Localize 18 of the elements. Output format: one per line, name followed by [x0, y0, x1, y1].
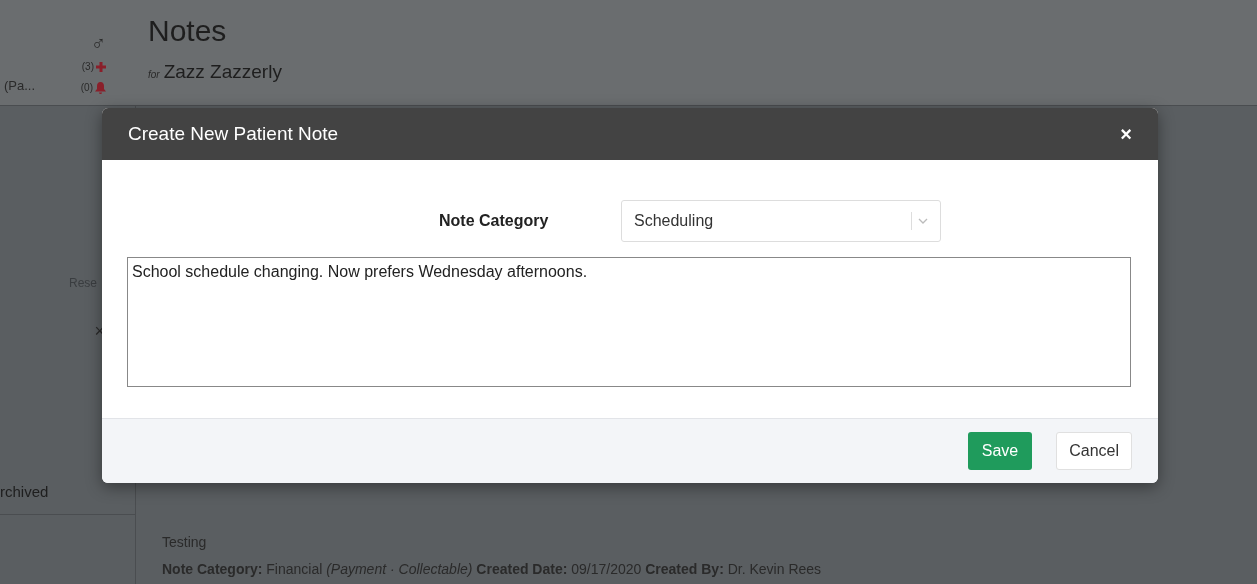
page-title: Notes — [148, 13, 228, 49]
patient-name-truncated: (Pa... — [4, 76, 36, 95]
plus-icon — [96, 61, 106, 72]
alert-count: (0) — [80, 81, 93, 95]
alert-count: (3) — [81, 60, 94, 74]
close-button[interactable]: × — [1120, 124, 1132, 144]
bell-icon — [95, 81, 106, 94]
patient-name: Zazz Zazzerly — [163, 59, 282, 84]
note-text-area[interactable]: School schedule changing. Now prefers Wednesday afternoons. — [127, 257, 1131, 387]
save-button[interactable]: Save — [967, 432, 1033, 470]
dialog-title: Create New Patient Note — [128, 121, 339, 146]
chevron-down-icon — [918, 218, 928, 224]
cancel-button[interactable]: Cancel — [1056, 432, 1132, 470]
male-symbol: ♂ — [91, 33, 106, 53]
for-label: for — [148, 67, 160, 82]
category-select[interactable]: Scheduling — [621, 200, 941, 242]
category-label: Note Category — [439, 211, 550, 231]
note-title: Testing — [162, 533, 208, 552]
